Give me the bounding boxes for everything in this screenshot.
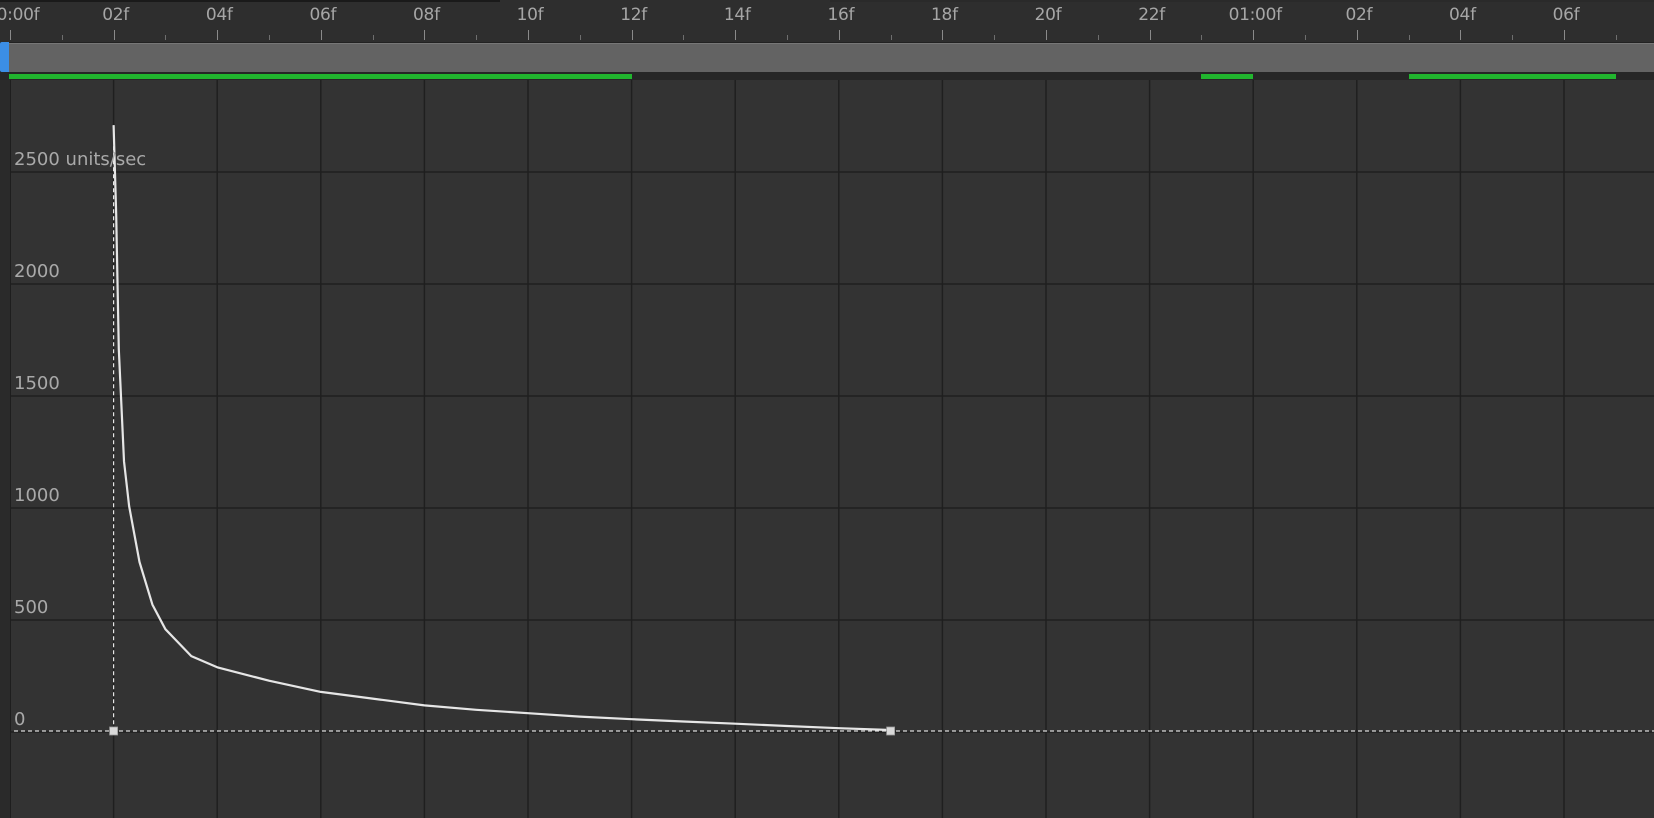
- ruler-label: 12f: [620, 5, 647, 25]
- ruler-major-tick: [424, 30, 426, 40]
- time-ruler[interactable]: 0:00f 02f 04f 06f 08f 10f 12f 14f 16f 18f 20f 22f 01…: [0, 0, 1654, 43]
- ruler-major-tick: [320, 30, 322, 40]
- ruler-minor-tick: [1512, 35, 1514, 40]
- ruler-minor-tick: [890, 35, 892, 40]
- ruler-label: 06f: [1552, 5, 1580, 25]
- ruler-major-tick: [113, 30, 115, 40]
- ruler-major-tick: [217, 30, 219, 40]
- ruler-label: 04f: [205, 5, 233, 25]
- cache-indicator: [0, 72, 1654, 80]
- ruler-minor-tick: [476, 35, 478, 40]
- cache-segment: [1201, 74, 1254, 79]
- ruler-major-tick: [10, 30, 11, 40]
- ruler-label: 04f: [1449, 5, 1476, 25]
- ruler-major-tick: [1356, 30, 1358, 40]
- ruler-minor-tick: [683, 35, 685, 40]
- ruler-minor-tick: [1615, 35, 1617, 40]
- work-area[interactable]: [0, 42, 1654, 73]
- y-axis-label: 2000: [14, 261, 60, 282]
- ruler-major-tick: [1046, 30, 1047, 40]
- ruler-label: 18f: [931, 5, 958, 25]
- keyframe-handle[interactable]: [109, 726, 118, 736]
- ruler-minor-tick: [1305, 35, 1306, 40]
- ruler-label: 14f: [723, 5, 751, 25]
- cache-segment: [1408, 74, 1616, 79]
- ruler-minor-tick: [269, 35, 270, 40]
- ruler-major-tick: [942, 30, 944, 40]
- ruler-minor-tick: [1408, 35, 1410, 40]
- graph-left-edge: [0, 80, 11, 818]
- ruler-major-tick: [1564, 30, 1565, 40]
- ruler-label: 02f: [102, 5, 129, 25]
- ruler-minor-tick: [787, 35, 788, 40]
- y-axis-label: 1000: [14, 485, 60, 506]
- ruler-label: 22f: [1138, 5, 1165, 25]
- ruler-minor-tick: [1201, 35, 1203, 40]
- work-area-bar[interactable]: [9, 43, 1654, 73]
- y-axis-label: 1500: [14, 373, 60, 394]
- ruler-top-border-right: [830, 0, 1654, 2]
- work-area-start-handle[interactable]: [0, 42, 9, 72]
- ruler-major-tick: [631, 30, 633, 40]
- ruler-minor-tick: [994, 35, 996, 40]
- ruler-minor-tick: [61, 35, 63, 40]
- graph-canvas[interactable]: [0, 80, 1654, 818]
- ruler-label: 02f: [1345, 5, 1373, 25]
- ruler-major-tick: [838, 30, 840, 40]
- ruler-top-border: [0, 0, 500, 2]
- ruler-minor-tick: [372, 35, 374, 40]
- speed-curve: [112, 125, 891, 732]
- ruler-major-tick: [735, 30, 737, 40]
- y-axis-label: 0: [14, 709, 26, 730]
- ruler-minor-tick: [579, 35, 581, 40]
- speed-graph[interactable]: 2500 units/sec 2000 1500 1000 500 0: [0, 80, 1654, 818]
- ruler-major-tick: [1253, 30, 1255, 40]
- ruler-minor-tick: [1097, 35, 1099, 40]
- cache-segment: [9, 74, 632, 79]
- ruler-minor-tick: [165, 35, 167, 40]
- y-axis-label: 500: [14, 597, 49, 618]
- ruler-label: 10f: [516, 5, 544, 25]
- ruler-major-tick: [1149, 30, 1151, 40]
- y-axis-label: 2500 units/sec: [14, 149, 147, 170]
- ruler-major-tick: [1460, 30, 1462, 40]
- ruler-label: 08f: [413, 5, 440, 25]
- ruler-label: 20f: [1034, 5, 1062, 25]
- keyframe-handle[interactable]: [886, 726, 895, 736]
- graph-editor: 0:00f 02f 04f 06f 08f 10f 12f 14f 16f 18f 20f 22f 01…: [0, 0, 1654, 818]
- ruler-label: 0:00f: [0, 5, 40, 25]
- ruler-label: 16f: [827, 5, 855, 25]
- ruler-label: 06f: [309, 5, 337, 25]
- ruler-label: 01:00f: [1228, 5, 1282, 25]
- ruler-major-tick: [528, 30, 529, 40]
